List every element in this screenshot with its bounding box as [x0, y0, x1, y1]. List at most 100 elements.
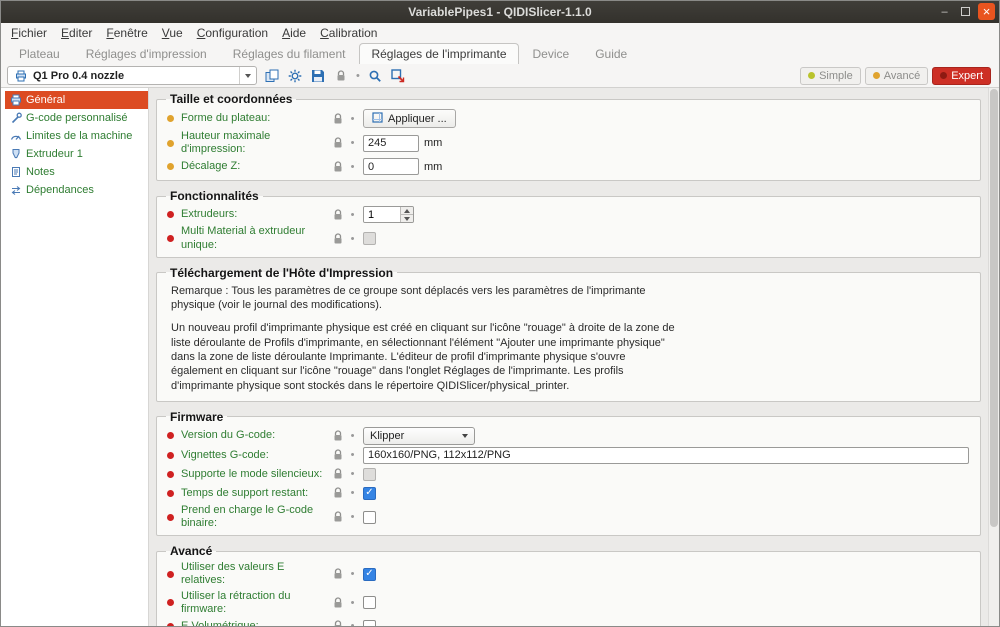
tab-guide[interactable]: Guide	[583, 43, 639, 64]
lock-icon[interactable]	[331, 511, 344, 524]
sidebar-item-dependances[interactable]: Dépendances	[5, 181, 148, 199]
binary-gcode-checkbox[interactable]	[363, 511, 376, 524]
menu-fenetre[interactable]: Fenêtre	[99, 25, 154, 41]
lock-icon[interactable]	[331, 429, 344, 442]
scrollbar-thumb[interactable]	[990, 89, 998, 527]
scrollbar-track[interactable]	[988, 88, 999, 626]
maximize-button[interactable]	[957, 3, 974, 20]
option-label: Temps de support restant:	[181, 487, 331, 500]
lock-icon[interactable]	[331, 232, 344, 245]
option-row-single-extruder-mm: Multi Material à extrudeur unique:	[165, 224, 972, 252]
compare-presets-icon[interactable]	[264, 68, 280, 84]
lock-icon[interactable]	[331, 487, 344, 500]
sidebar-item-label: Général	[26, 94, 65, 106]
menu-aide[interactable]: Aide	[275, 25, 313, 41]
expert-mode-dot-icon	[940, 72, 947, 79]
menu-vue[interactable]: Vue	[155, 25, 190, 41]
sidebar-item-general[interactable]: Général	[5, 91, 148, 109]
sidebar-item-notes[interactable]: Notes	[5, 163, 148, 181]
toolbar: Q1 Pro 0.4 nozzle • Simple	[1, 64, 999, 88]
group-taille-et-coordonnees: Taille et coordonnées Forme du plateau: …	[156, 92, 981, 181]
extruders-input[interactable]	[364, 207, 400, 222]
mode-simple-label: Simple	[819, 70, 853, 82]
tab-reglages-imprimante[interactable]: Réglages de l'imprimante	[359, 43, 518, 64]
save-preset-icon[interactable]	[310, 68, 326, 84]
group-firmware: Firmware Version du G-code: Klipper Vign…	[156, 410, 981, 536]
option-row-gcode-flavor: Version du G-code: Klipper	[165, 426, 972, 446]
option-label: Multi Material à extrudeur unique:	[181, 225, 331, 251]
relative-e-checkbox[interactable]	[363, 568, 376, 581]
mode-avance-button[interactable]: Avancé	[865, 67, 929, 85]
note-paragraph: Un nouveau profil d'imprimante physique …	[171, 321, 676, 392]
bed-shape-apply-button[interactable]: Appliquer ...	[363, 109, 456, 128]
lock-icon[interactable]	[331, 568, 344, 581]
search-icon[interactable]	[367, 68, 383, 84]
remaining-times-checkbox[interactable]	[363, 487, 376, 500]
extruders-spinner[interactable]	[363, 206, 414, 223]
group-fonctionnalites: Fonctionnalités Extrudeurs:	[156, 189, 981, 257]
lock-icon[interactable]	[333, 68, 349, 84]
revert-dot	[347, 568, 358, 580]
nozzle-icon	[9, 148, 22, 161]
note-icon	[9, 166, 22, 179]
settings-page: Taille et coordonnées Forme du plateau: …	[149, 88, 988, 626]
printer-preset-combo[interactable]: Q1 Pro 0.4 nozzle	[7, 66, 257, 85]
revert-dot	[347, 430, 358, 442]
max-print-height-input[interactable]	[363, 135, 419, 152]
tab-device[interactable]: Device	[521, 43, 582, 64]
mode-bullet-icon	[167, 140, 174, 147]
lock-icon[interactable]	[331, 468, 344, 481]
minimize-button[interactable]	[936, 3, 953, 20]
tab-reglages-filament[interactable]: Réglages du filament	[221, 43, 358, 64]
spinner-down-icon[interactable]	[401, 215, 413, 222]
option-row-relative-e: Utiliser des valeurs E relatives:	[165, 560, 972, 588]
thumbnails-input[interactable]	[363, 447, 969, 464]
sidebar-item-label: Extrudeur 1	[26, 148, 83, 160]
chevron-down-icon	[462, 434, 468, 438]
mode-expert-button[interactable]: Expert	[932, 67, 991, 85]
tab-reglages-impression[interactable]: Réglages d'impression	[74, 43, 219, 64]
close-button[interactable]	[978, 3, 995, 20]
option-row-thumbnails: Vignettes G-code:	[165, 446, 972, 465]
gcode-flavor-value: Klipper	[370, 430, 404, 442]
gcode-flavor-select[interactable]: Klipper	[363, 427, 475, 445]
option-label: Version du G-code:	[181, 429, 331, 442]
revert-dot	[347, 468, 358, 480]
dependencies-icon	[9, 184, 22, 197]
tab-plateau[interactable]: Plateau	[7, 43, 72, 64]
option-row-firmware-retraction: Utiliser la rétraction du firmware:	[165, 589, 972, 617]
volumetric-e-checkbox[interactable]	[363, 620, 376, 626]
revert-dot	[347, 487, 358, 499]
search-options-icon[interactable]	[390, 68, 406, 84]
mode-simple-button[interactable]: Simple	[800, 67, 861, 85]
lock-icon[interactable]	[331, 160, 344, 173]
menu-fichier[interactable]: Fichier	[4, 25, 54, 41]
option-row-max-print-height: Hauteur maximale d'impression: mm	[165, 129, 972, 157]
menu-configuration[interactable]: Configuration	[190, 25, 275, 41]
z-offset-input[interactable]	[363, 158, 419, 175]
sidebar-item-machine-limits[interactable]: Limites de la machine	[5, 127, 148, 145]
lock-icon[interactable]	[331, 596, 344, 609]
revert-dot	[347, 511, 358, 523]
lock-icon[interactable]	[331, 112, 344, 125]
silent-mode-checkbox[interactable]	[363, 468, 376, 481]
spinner-up-icon[interactable]	[401, 207, 413, 215]
sidebar-item-extruder-1[interactable]: Extrudeur 1	[5, 145, 148, 163]
option-row-silent-mode: Supporte le mode silencieux:	[165, 465, 972, 484]
menu-editer[interactable]: Editer	[54, 25, 99, 41]
mode-bullet-icon	[167, 599, 174, 606]
lock-icon[interactable]	[331, 620, 344, 626]
option-label: Forme du plateau:	[181, 112, 331, 125]
group-title: Firmware	[166, 410, 227, 424]
lock-icon[interactable]	[331, 208, 344, 221]
option-row-remaining-times: Temps de support restant:	[165, 484, 972, 503]
spinner-buttons	[400, 207, 413, 222]
single-extruder-mm-checkbox[interactable]	[363, 232, 376, 245]
lock-icon[interactable]	[331, 137, 344, 150]
settings-gear-icon[interactable]	[287, 68, 303, 84]
mode-buttons: Simple Avancé Expert	[800, 67, 993, 85]
sidebar-item-custom-gcode[interactable]: G-code personnalisé	[5, 109, 148, 127]
firmware-retraction-checkbox[interactable]	[363, 596, 376, 609]
menu-calibration[interactable]: Calibration	[313, 25, 384, 41]
lock-icon[interactable]	[331, 449, 344, 462]
